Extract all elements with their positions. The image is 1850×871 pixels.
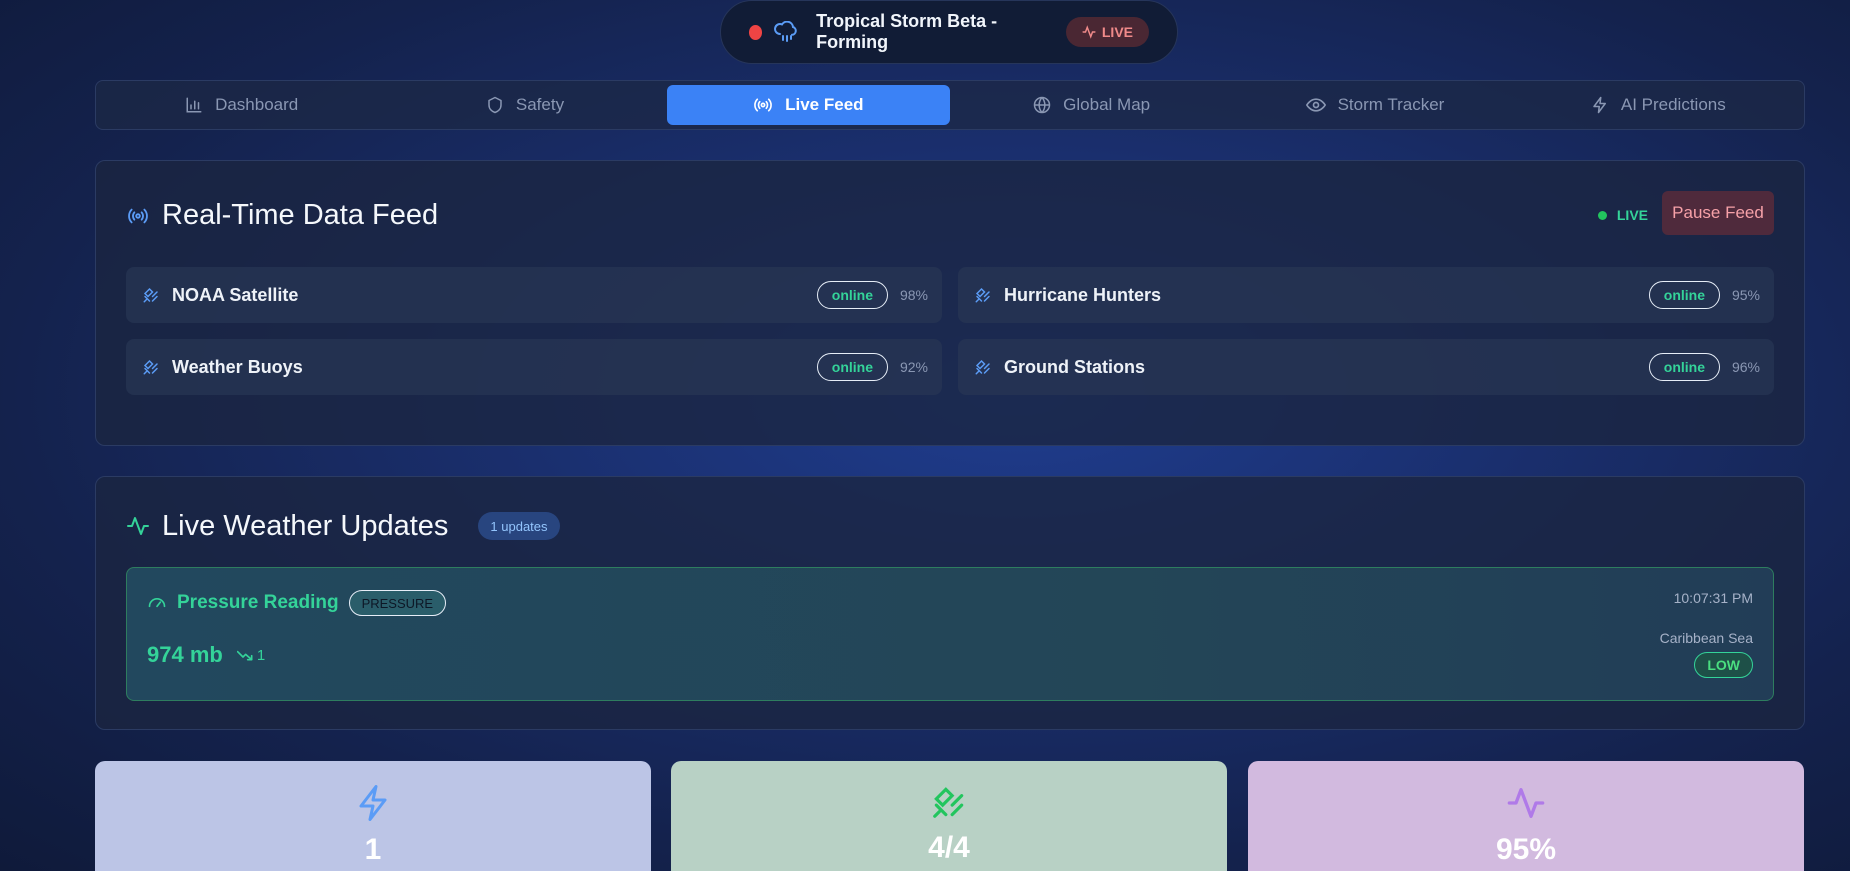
tab-safety[interactable]: Safety xyxy=(383,85,666,125)
source-name: NOAA Satellite xyxy=(172,284,299,305)
radio-icon xyxy=(126,206,150,226)
activity-icon xyxy=(1082,25,1096,39)
feed-live-label: LIVE xyxy=(1616,207,1648,223)
source-percent: 96% xyxy=(1731,359,1760,375)
updates-header: Live Weather Updates 1 updates xyxy=(126,503,560,549)
updates-title: Live Weather Updates xyxy=(162,509,449,542)
tab-ai-predictions[interactable]: AI Predictions xyxy=(1517,85,1800,125)
update-timestamp: 10:07:31 PM xyxy=(1673,590,1753,606)
feed-title: Real-Time Data Feed xyxy=(162,199,439,231)
update-type-tag: PRESSURE xyxy=(348,590,447,616)
update-header: Pressure Reading PRESSURE xyxy=(147,590,447,616)
source-percent: 92% xyxy=(899,359,928,375)
zap-icon xyxy=(355,783,391,823)
stat-card-sources: 4/4 xyxy=(671,761,1227,871)
live-dot xyxy=(1597,210,1607,220)
weather-updates-card: Live Weather Updates 1 updates Pressure … xyxy=(95,476,1805,730)
tab-label: Global Map xyxy=(1063,95,1151,114)
tab-label: Storm Tracker xyxy=(1337,95,1445,114)
storm-status-pill: Tropical Storm Beta - Forming LIVE xyxy=(720,0,1178,64)
radio-icon xyxy=(753,96,773,114)
satellite-icon xyxy=(974,286,992,304)
status-badge: online xyxy=(816,353,888,381)
storm-title: Tropical Storm Beta - Forming xyxy=(816,11,998,52)
tab-global-map[interactable]: Global Map xyxy=(950,85,1233,125)
satellite-icon xyxy=(974,358,992,376)
feed-live-indicator: LIVE xyxy=(1597,207,1648,223)
trend-value: 1 xyxy=(256,646,266,664)
data-feed-card: Real-Time Data Feed LIVE Pause Feed NOAA… xyxy=(95,160,1805,446)
cloud-rain-icon xyxy=(774,21,798,43)
tab-live-feed[interactable]: Live Feed xyxy=(666,85,950,125)
update-item[interactable]: Pressure Reading PRESSURE 974 mb 1 10:07… xyxy=(126,567,1774,701)
stat-value: 4/4 xyxy=(928,831,970,864)
tab-storm-tracker[interactable]: Storm Tracker xyxy=(1233,85,1516,125)
live-badge: LIVE xyxy=(1065,17,1149,47)
activity-icon xyxy=(126,514,150,538)
updates-count-badge: 1 updates xyxy=(478,512,560,540)
status-badge: online xyxy=(1648,353,1720,381)
status-badge: online xyxy=(1648,281,1720,309)
source-item-noaa: NOAA Satellite online 98% xyxy=(126,267,942,323)
activity-icon xyxy=(1506,783,1546,823)
feed-header: Real-Time Data Feed xyxy=(126,199,438,232)
gauge-icon xyxy=(147,593,167,613)
status-badge: online xyxy=(816,281,888,309)
tab-dashboard[interactable]: Dashboard xyxy=(100,85,383,125)
tab-label: Live Feed xyxy=(785,95,864,114)
source-percent: 95% xyxy=(1731,287,1760,303)
tab-label: AI Predictions xyxy=(1620,95,1726,114)
source-name: Ground Stations xyxy=(1004,356,1145,377)
source-item-ground-stations: Ground Stations online 96% xyxy=(958,339,1774,395)
stat-value: 95% xyxy=(1495,833,1557,866)
update-trend: 1 xyxy=(236,646,266,664)
tab-label: Dashboard xyxy=(215,95,299,114)
globe-icon xyxy=(1033,96,1051,114)
bar-chart-icon xyxy=(185,96,203,114)
pause-feed-button[interactable]: Pause Feed xyxy=(1662,191,1774,235)
satellite-icon xyxy=(142,358,160,376)
source-name: Hurricane Hunters xyxy=(1004,284,1162,305)
update-value: 974 mb xyxy=(147,642,223,667)
main-tabs: Dashboard Safety Live Feed Global Map St… xyxy=(95,80,1805,130)
alert-dot xyxy=(749,24,763,40)
zap-icon xyxy=(1591,95,1609,115)
satellite-icon xyxy=(930,783,968,821)
satellite-icon xyxy=(142,286,160,304)
trending-down-icon xyxy=(236,649,253,661)
stat-value: 1 xyxy=(364,833,382,866)
tab-label: Safety xyxy=(515,95,565,114)
stat-card-updates: 1 xyxy=(95,761,651,871)
live-label: LIVE xyxy=(1101,24,1133,40)
update-value-row: 974 mb 1 xyxy=(147,642,265,668)
update-location: Caribbean Sea xyxy=(1659,630,1753,646)
update-title: Pressure Reading xyxy=(177,592,339,613)
shield-icon xyxy=(486,96,504,114)
source-item-weather-buoys: Weather Buoys online 92% xyxy=(126,339,942,395)
source-percent: 98% xyxy=(899,287,928,303)
eye-icon xyxy=(1305,97,1326,113)
source-item-hurricane-hunters: Hurricane Hunters online 95% xyxy=(958,267,1774,323)
stat-card-uptime: 95% xyxy=(1248,761,1804,871)
source-name: Weather Buoys xyxy=(172,356,303,377)
level-badge: LOW xyxy=(1694,652,1753,678)
